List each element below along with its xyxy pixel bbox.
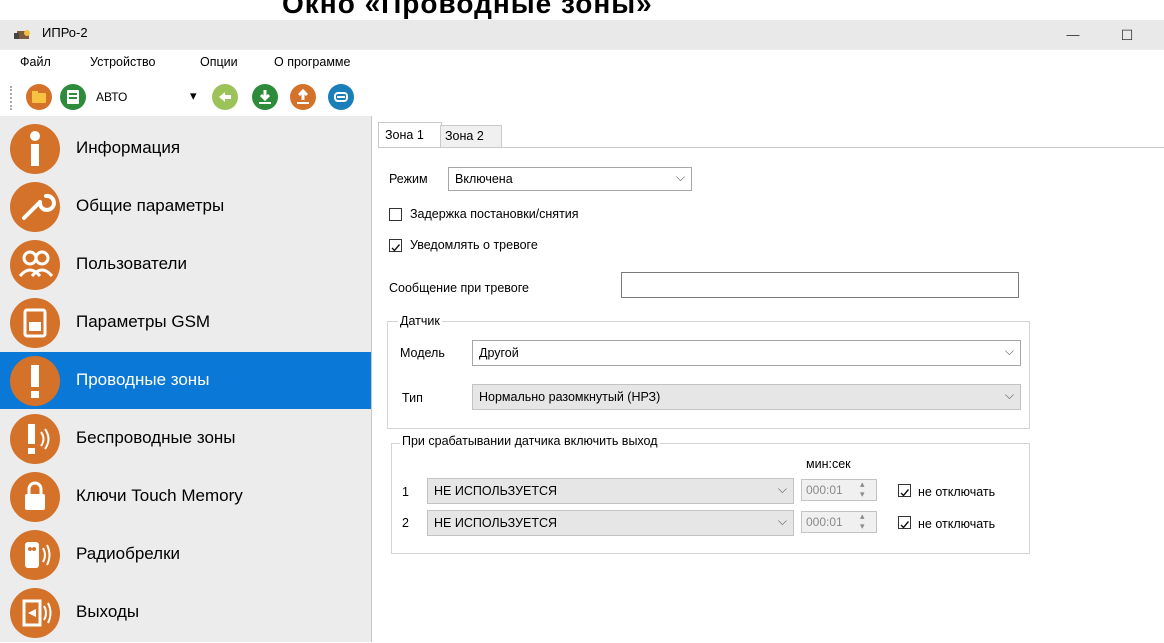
tab-zone-2[interactable]: Зона 2: [440, 125, 502, 147]
chevron-down-icon: ⌵: [675, 170, 685, 184]
menu-about[interactable]: О программе: [274, 55, 350, 69]
sync-icon[interactable]: [212, 84, 238, 110]
output-group-title: При срабатывании датчика включить выход: [400, 434, 660, 448]
menu-device[interactable]: Устройство: [90, 55, 155, 69]
checkmark-icon: [900, 521, 910, 529]
sidebar-item-label: Общие параметры: [76, 196, 225, 215]
sensor-group: [387, 321, 1030, 429]
output-1-no-off-checkbox[interactable]: [898, 484, 911, 497]
spinner-arrows-icon: ▴ ▾: [860, 479, 865, 499]
exclamation-icon: [10, 356, 60, 406]
chevron-down-icon: ⌵: [777, 514, 787, 528]
open-folder-icon[interactable]: [26, 84, 52, 110]
app-icon: [14, 28, 32, 42]
sidebar-item-outputs[interactable]: Выходы: [0, 584, 371, 641]
wrench-icon: [10, 182, 60, 232]
title-bar: Окно «Проводные зоны» ИПРо-2 — ☐: [0, 0, 1164, 50]
sidebar-item-touch-memory[interactable]: Ключи Touch Memory: [0, 468, 371, 525]
tab-zone-1[interactable]: Зона 1: [378, 122, 442, 148]
model-dropdown-value: Другой: [479, 346, 519, 360]
tab-strip: Зона 1 Зона 2: [376, 120, 1164, 148]
sidebar-item-label: Информация: [76, 138, 181, 157]
users-icon: [10, 240, 60, 290]
menu-file[interactable]: Файл: [20, 55, 51, 69]
window-title: ИПРо-2: [42, 25, 88, 40]
sidebar-item-gsm[interactable]: Параметры GSM: [0, 294, 371, 351]
minimize-button[interactable]: —: [1050, 20, 1096, 50]
tab-zone-2-label: Зона 2: [445, 129, 484, 143]
sidebar-item-keyfobs[interactable]: Радиобрелки: [0, 526, 371, 583]
checkmark-icon: [900, 489, 910, 497]
keyfob-icon: [10, 530, 60, 580]
toolbar-grip: [10, 86, 15, 110]
sidebar-item-label: Ключи Touch Memory: [76, 486, 243, 505]
model-label: Модель: [400, 346, 445, 360]
title-bar-band: [0, 20, 1164, 50]
output-1-time-spinner[interactable]: 000:01 ▴ ▾: [801, 479, 877, 501]
sidebar-item-wireless-zones[interactable]: Беспроводные зоны: [0, 410, 371, 467]
model-dropdown[interactable]: Другой ⌵: [472, 340, 1021, 366]
sidebar: Информация Общие параметры Пользователи …: [0, 116, 372, 642]
output-2-no-off-checkbox[interactable]: [898, 516, 911, 529]
menu-options[interactable]: Опции: [200, 55, 238, 69]
sidebar-item-label: Беспроводные зоны: [76, 428, 236, 447]
sidebar-item-label: Выходы: [76, 602, 140, 621]
sidebar-item-information[interactable]: Информация: [0, 120, 371, 177]
notify-checkbox[interactable]: [389, 239, 402, 252]
output-row-number: 1: [402, 485, 409, 499]
sidebar-item-label: Пользователи: [76, 254, 187, 273]
alarm-message-label: Сообщение при тревоге: [389, 281, 529, 295]
sidebar-item-label: Радиобрелки: [76, 544, 181, 563]
chevron-down-icon: ▾: [190, 88, 197, 103]
sidebar-item-label: Параметры GSM: [76, 312, 211, 331]
download-icon[interactable]: [252, 84, 278, 110]
spinner-arrows-icon: ▴ ▾: [860, 511, 865, 531]
sidebar-item-wired-zones[interactable]: Проводные зоны: [0, 352, 371, 409]
clipped-heading: Окно «Проводные зоны»: [282, 0, 653, 19]
delay-label: Задержка постановки/снятия: [410, 207, 579, 221]
connection-icon[interactable]: [328, 84, 354, 110]
checkmark-icon: [391, 244, 401, 252]
mode-label: Режим: [389, 172, 428, 186]
output-2-no-off-label: не отключать: [918, 517, 996, 531]
notify-label: Уведомлять о тревоге: [410, 238, 538, 252]
sim-card-icon: [10, 298, 60, 348]
output-1-time-value: 000:01: [806, 483, 843, 497]
chevron-down-icon: ⌵: [777, 482, 787, 496]
type-dropdown-value: Нормально разомкнутый (НРЗ): [479, 390, 661, 404]
sidebar-item-general[interactable]: Общие параметры: [0, 178, 371, 235]
maximize-button[interactable]: ☐: [1104, 20, 1150, 50]
mode-select[interactable]: АВТО ▾: [90, 86, 204, 108]
output-2-time-spinner[interactable]: 000:01 ▴ ▾: [801, 511, 877, 533]
chevron-down-icon: ⌵: [1004, 344, 1014, 358]
menu-bar: Файл Устройство Опции О программе: [0, 50, 1164, 78]
output-icon: [10, 588, 60, 638]
output-2-time-value: 000:01: [806, 515, 843, 529]
output-row-number: 2: [402, 516, 409, 530]
output-1-dropdown[interactable]: НЕ ИСПОЛЬЗУЕТСЯ ⌵: [427, 478, 794, 504]
mode-select-value: АВТО: [96, 90, 128, 104]
type-label: Тип: [402, 391, 423, 405]
lock-icon: [10, 472, 60, 522]
tab-zone-1-label: Зона 1: [385, 128, 424, 142]
sidebar-item-label: Проводные зоны: [76, 370, 210, 389]
output-1-no-off-label: не отключать: [918, 485, 996, 499]
upload-icon[interactable]: [290, 84, 316, 110]
sidebar-item-users[interactable]: Пользователи: [0, 236, 371, 293]
chevron-down-icon: ⌵: [1004, 388, 1014, 402]
wireless-exclamation-icon: [10, 414, 60, 464]
output-2-value: НЕ ИСПОЛЬЗУЕТСЯ: [434, 516, 558, 530]
info-icon: [10, 124, 60, 174]
save-icon[interactable]: [60, 84, 86, 110]
time-header: мин:сек: [806, 457, 851, 471]
mode-dropdown-value: Включена: [455, 172, 513, 186]
delay-checkbox[interactable]: [389, 208, 402, 221]
alarm-message-input[interactable]: [621, 272, 1019, 298]
toolbar: АВТО ▾: [0, 78, 1164, 116]
output-1-value: НЕ ИСПОЛЬЗУЕТСЯ: [434, 484, 558, 498]
output-2-dropdown[interactable]: НЕ ИСПОЛЬЗУЕТСЯ ⌵: [427, 510, 794, 536]
type-dropdown[interactable]: Нормально разомкнутый (НРЗ) ⌵: [472, 384, 1021, 410]
sensor-group-title: Датчик: [398, 314, 442, 328]
mode-dropdown[interactable]: Включена ⌵: [448, 167, 692, 191]
